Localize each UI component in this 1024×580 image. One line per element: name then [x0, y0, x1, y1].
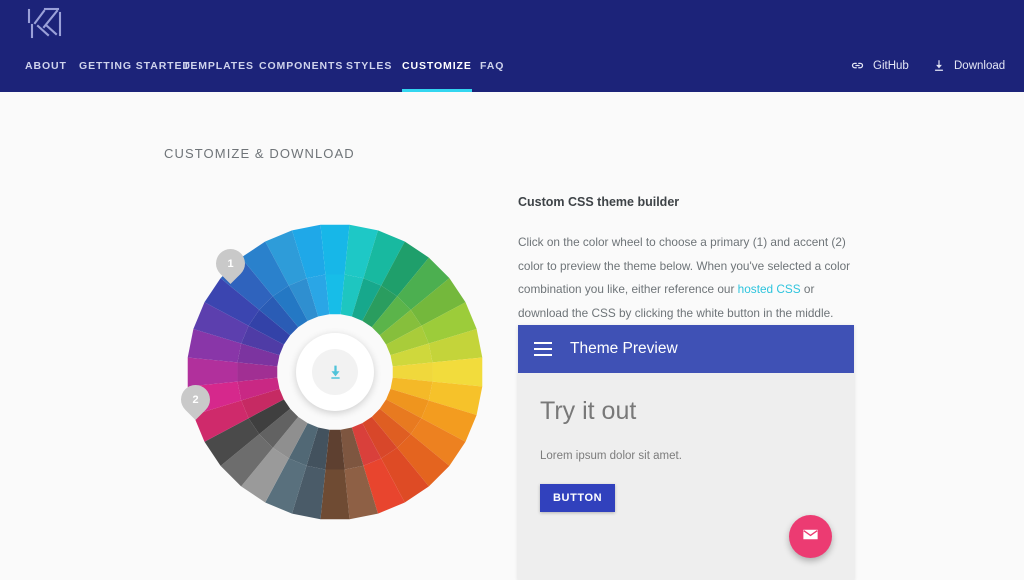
- hamburger-bar: [534, 354, 552, 356]
- marker-label: 1: [227, 258, 233, 270]
- nav-item-components[interactable]: COMPONENTS: [259, 52, 343, 92]
- builder-description: Click on the color wheel to choose a pri…: [518, 231, 854, 325]
- preview-appbar: Theme Preview: [518, 325, 854, 373]
- active-tab-underline: [402, 89, 472, 92]
- nav-label: FAQ: [480, 60, 504, 72]
- color-wheel-wedge[interactable]: [320, 225, 349, 275]
- nav-label: TEMPLATES: [183, 60, 254, 72]
- download-link[interactable]: Download: [932, 58, 1005, 73]
- nav-label: STYLES: [346, 60, 392, 72]
- download-icon: [312, 349, 358, 395]
- nav-item-customize[interactable]: CUSTOMIZE: [402, 52, 472, 92]
- mail-icon: [801, 525, 820, 549]
- github-link[interactable]: GitHub: [850, 58, 909, 73]
- marker-label: 2: [192, 394, 198, 406]
- site-logo[interactable]: [24, 3, 66, 43]
- download-icon: [932, 58, 946, 73]
- preview-button[interactable]: BUTTON: [540, 484, 615, 512]
- nav-item-getting-started[interactable]: GETTING STARTED: [79, 52, 191, 92]
- nav-item-templates[interactable]: TEMPLATES: [183, 52, 254, 92]
- download-label: Download: [954, 60, 1005, 72]
- nav-label: COMPONENTS: [259, 60, 343, 72]
- site-header: ABOUT GETTING STARTED TEMPLATES COMPONEN…: [0, 0, 1024, 92]
- builder-heading: Custom CSS theme builder: [518, 195, 854, 209]
- nav-item-faq[interactable]: FAQ: [480, 52, 504, 92]
- download-theme-button[interactable]: [296, 333, 374, 411]
- theme-preview-card: Theme Preview Try it out Lorem ipsum dol…: [518, 325, 854, 580]
- color-wheel-wedge[interactable]: [320, 470, 349, 520]
- preview-headline: Try it out: [540, 397, 832, 426]
- nav-label: CUSTOMIZE: [402, 60, 472, 72]
- hamburger-bar: [534, 342, 552, 344]
- nav-item-styles[interactable]: STYLES: [346, 52, 392, 92]
- color-wheel-wedge[interactable]: [433, 357, 483, 386]
- preview-body: Try it out Lorem ipsum dolor sit amet. B…: [518, 373, 854, 580]
- hamburger-bar: [534, 348, 552, 350]
- preview-appbar-title: Theme Preview: [570, 340, 678, 358]
- color-wheel-wedge[interactable]: [188, 357, 238, 386]
- nav-label: GETTING STARTED: [79, 60, 191, 72]
- hamburger-icon[interactable]: [534, 342, 552, 356]
- preview-fab[interactable]: [789, 515, 832, 558]
- github-label: GitHub: [873, 60, 909, 72]
- theme-builder-description-panel: Custom CSS theme builder Click on the co…: [518, 195, 854, 325]
- site-logo-icon: [24, 3, 66, 43]
- link-icon: [850, 58, 865, 73]
- page-title: CUSTOMIZE & DOWNLOAD: [164, 146, 355, 161]
- nav-label: ABOUT: [25, 60, 67, 72]
- nav-item-about[interactable]: ABOUT: [25, 52, 67, 92]
- color-wheel[interactable]: 1 2: [185, 222, 485, 522]
- hosted-css-link[interactable]: hosted CSS: [738, 282, 801, 296]
- preview-paragraph: Lorem ipsum dolor sit amet.: [540, 450, 832, 462]
